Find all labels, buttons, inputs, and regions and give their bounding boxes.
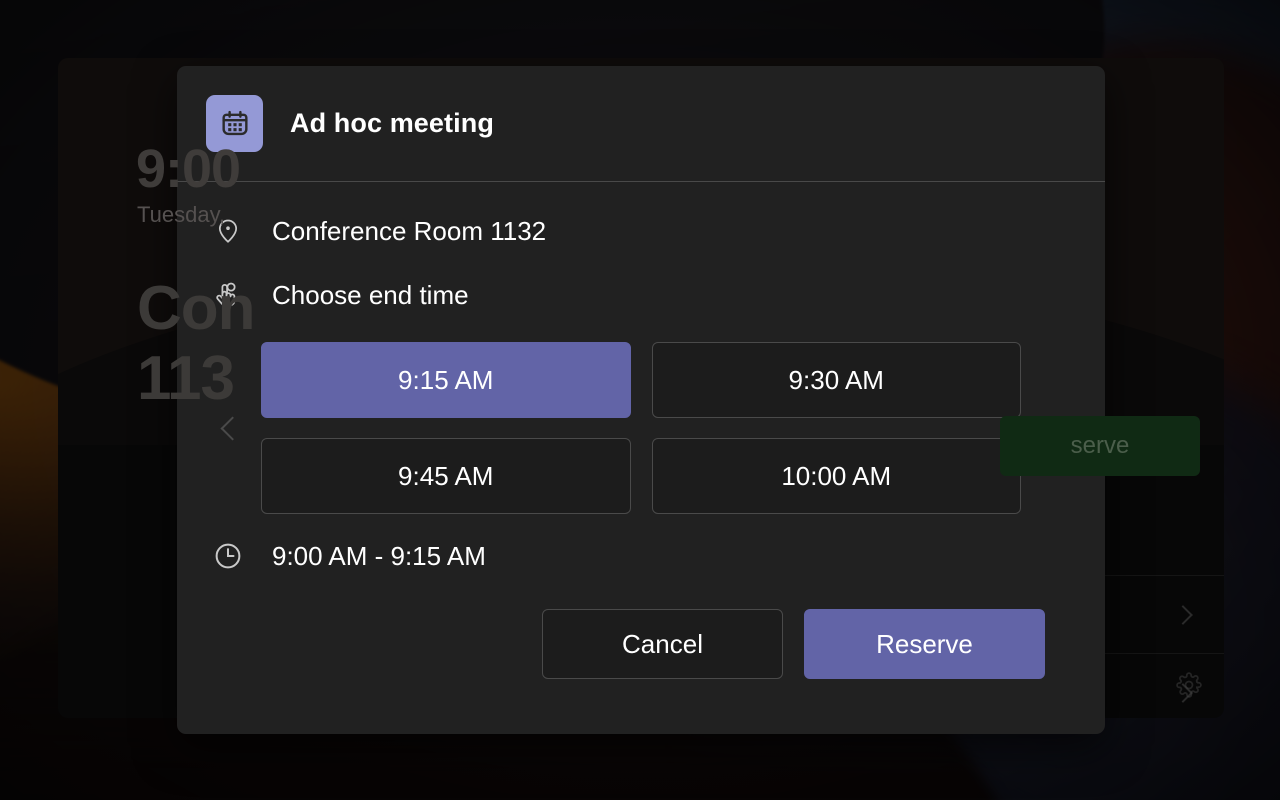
choose-end-time-row: Choose end time xyxy=(206,272,1076,318)
background-clock-date: Tuesday, xyxy=(137,202,226,227)
reserve-button[interactable]: Reserve xyxy=(804,609,1045,679)
time-slot-label: 10:00 AM xyxy=(781,460,892,491)
cancel-button[interactable]: Cancel xyxy=(542,609,783,679)
chevron-left-icon xyxy=(219,415,245,441)
cancel-button-label: Cancel xyxy=(622,628,703,659)
ad-hoc-meeting-dialog: Ad hoc meeting Conference Room 1132 Choo… xyxy=(177,66,1105,734)
dialog-body: Conference Room 1132 Choose end time 9:1… xyxy=(177,182,1105,679)
dialog-footer: Cancel Reserve xyxy=(206,574,1076,679)
reserve-button-label: Reserve xyxy=(876,628,973,659)
time-range-text: 9:00 AM - 9:15 AM xyxy=(272,540,486,571)
time-slot-option[interactable]: 9:15 AM xyxy=(261,342,631,418)
time-slot-grid: 9:15 AM 9:30 AM 9:45 AM 10:00 AM xyxy=(258,342,1024,514)
choose-end-time-text: Choose end time xyxy=(272,279,469,310)
time-slot-option[interactable]: 9:30 AM xyxy=(651,342,1021,418)
background-reserve-button[interactable]: serve xyxy=(1000,416,1200,476)
time-range-row: 9:00 AM - 9:15 AM xyxy=(206,538,1076,574)
dialog-title: Ad hoc meeting xyxy=(290,108,494,138)
background-reserve-label: serve xyxy=(1070,432,1130,459)
background-room-name-line1: Con xyxy=(137,274,256,343)
location-text: Conference Room 1132 xyxy=(272,215,547,246)
time-slot-label: 9:30 AM xyxy=(788,364,884,395)
time-slot-option[interactable]: 9:45 AM xyxy=(261,438,631,514)
background-clock-time: 9:00 xyxy=(136,139,241,199)
dialog-header: Ad hoc meeting xyxy=(177,66,1105,182)
clock-icon xyxy=(210,538,246,574)
time-slot-picker: 9:15 AM 9:30 AM 9:45 AM 10:00 AM xyxy=(206,342,1076,514)
time-slot-label: 9:45 AM xyxy=(398,460,494,491)
background-room-name-line2: 113 xyxy=(137,344,235,413)
time-slot-option[interactable]: 10:00 AM xyxy=(651,438,1021,514)
location-row: Conference Room 1132 xyxy=(206,208,1076,254)
time-slot-label: 9:15 AM xyxy=(398,364,494,395)
